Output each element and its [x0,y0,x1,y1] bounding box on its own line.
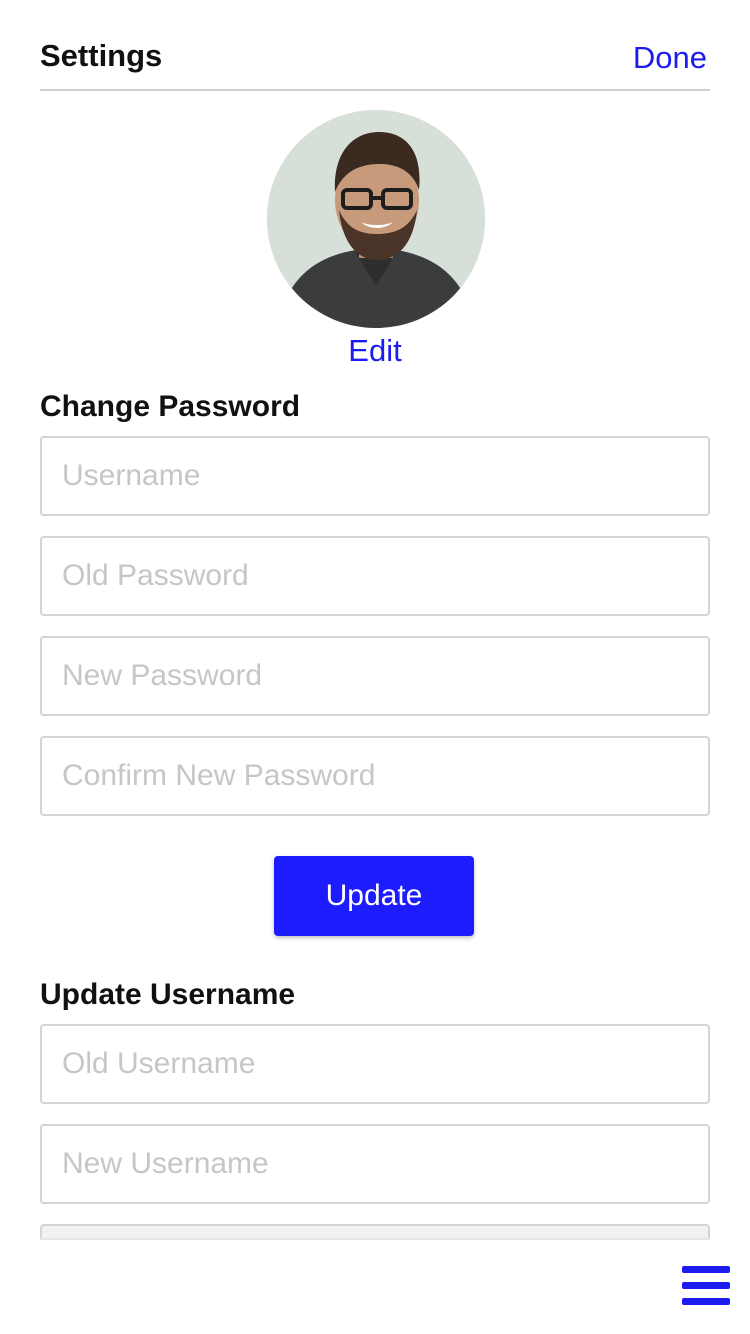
change-password-heading: Change Password [40,390,301,423]
user-avatar-photo [267,110,485,328]
update-password-button[interactable]: Update [274,856,474,936]
username-field[interactable] [40,436,710,516]
hamburger-menu-icon[interactable] [682,1266,730,1306]
page-title: Settings [40,38,163,73]
old-username-field[interactable] [40,1024,710,1104]
settings-screen: Settings Done Edit Change Password Usern… [0,0,750,1334]
menu-bar-middle [682,1282,730,1289]
header-bar: Settings Done [40,0,710,91]
scroll-edge-divider [40,1238,710,1240]
update-username-heading: Update Username [40,978,296,1011]
avatar[interactable] [267,110,485,328]
new-username-field[interactable] [40,1124,710,1204]
edit-avatar-link[interactable]: Edit [0,333,750,369]
confirm-new-password-field[interactable] [40,736,710,816]
old-password-field[interactable] [40,536,710,616]
menu-bar-bottom [682,1298,730,1305]
new-password-field[interactable] [40,636,710,716]
done-button[interactable]: Done [633,40,707,76]
menu-bar-top [682,1266,730,1273]
